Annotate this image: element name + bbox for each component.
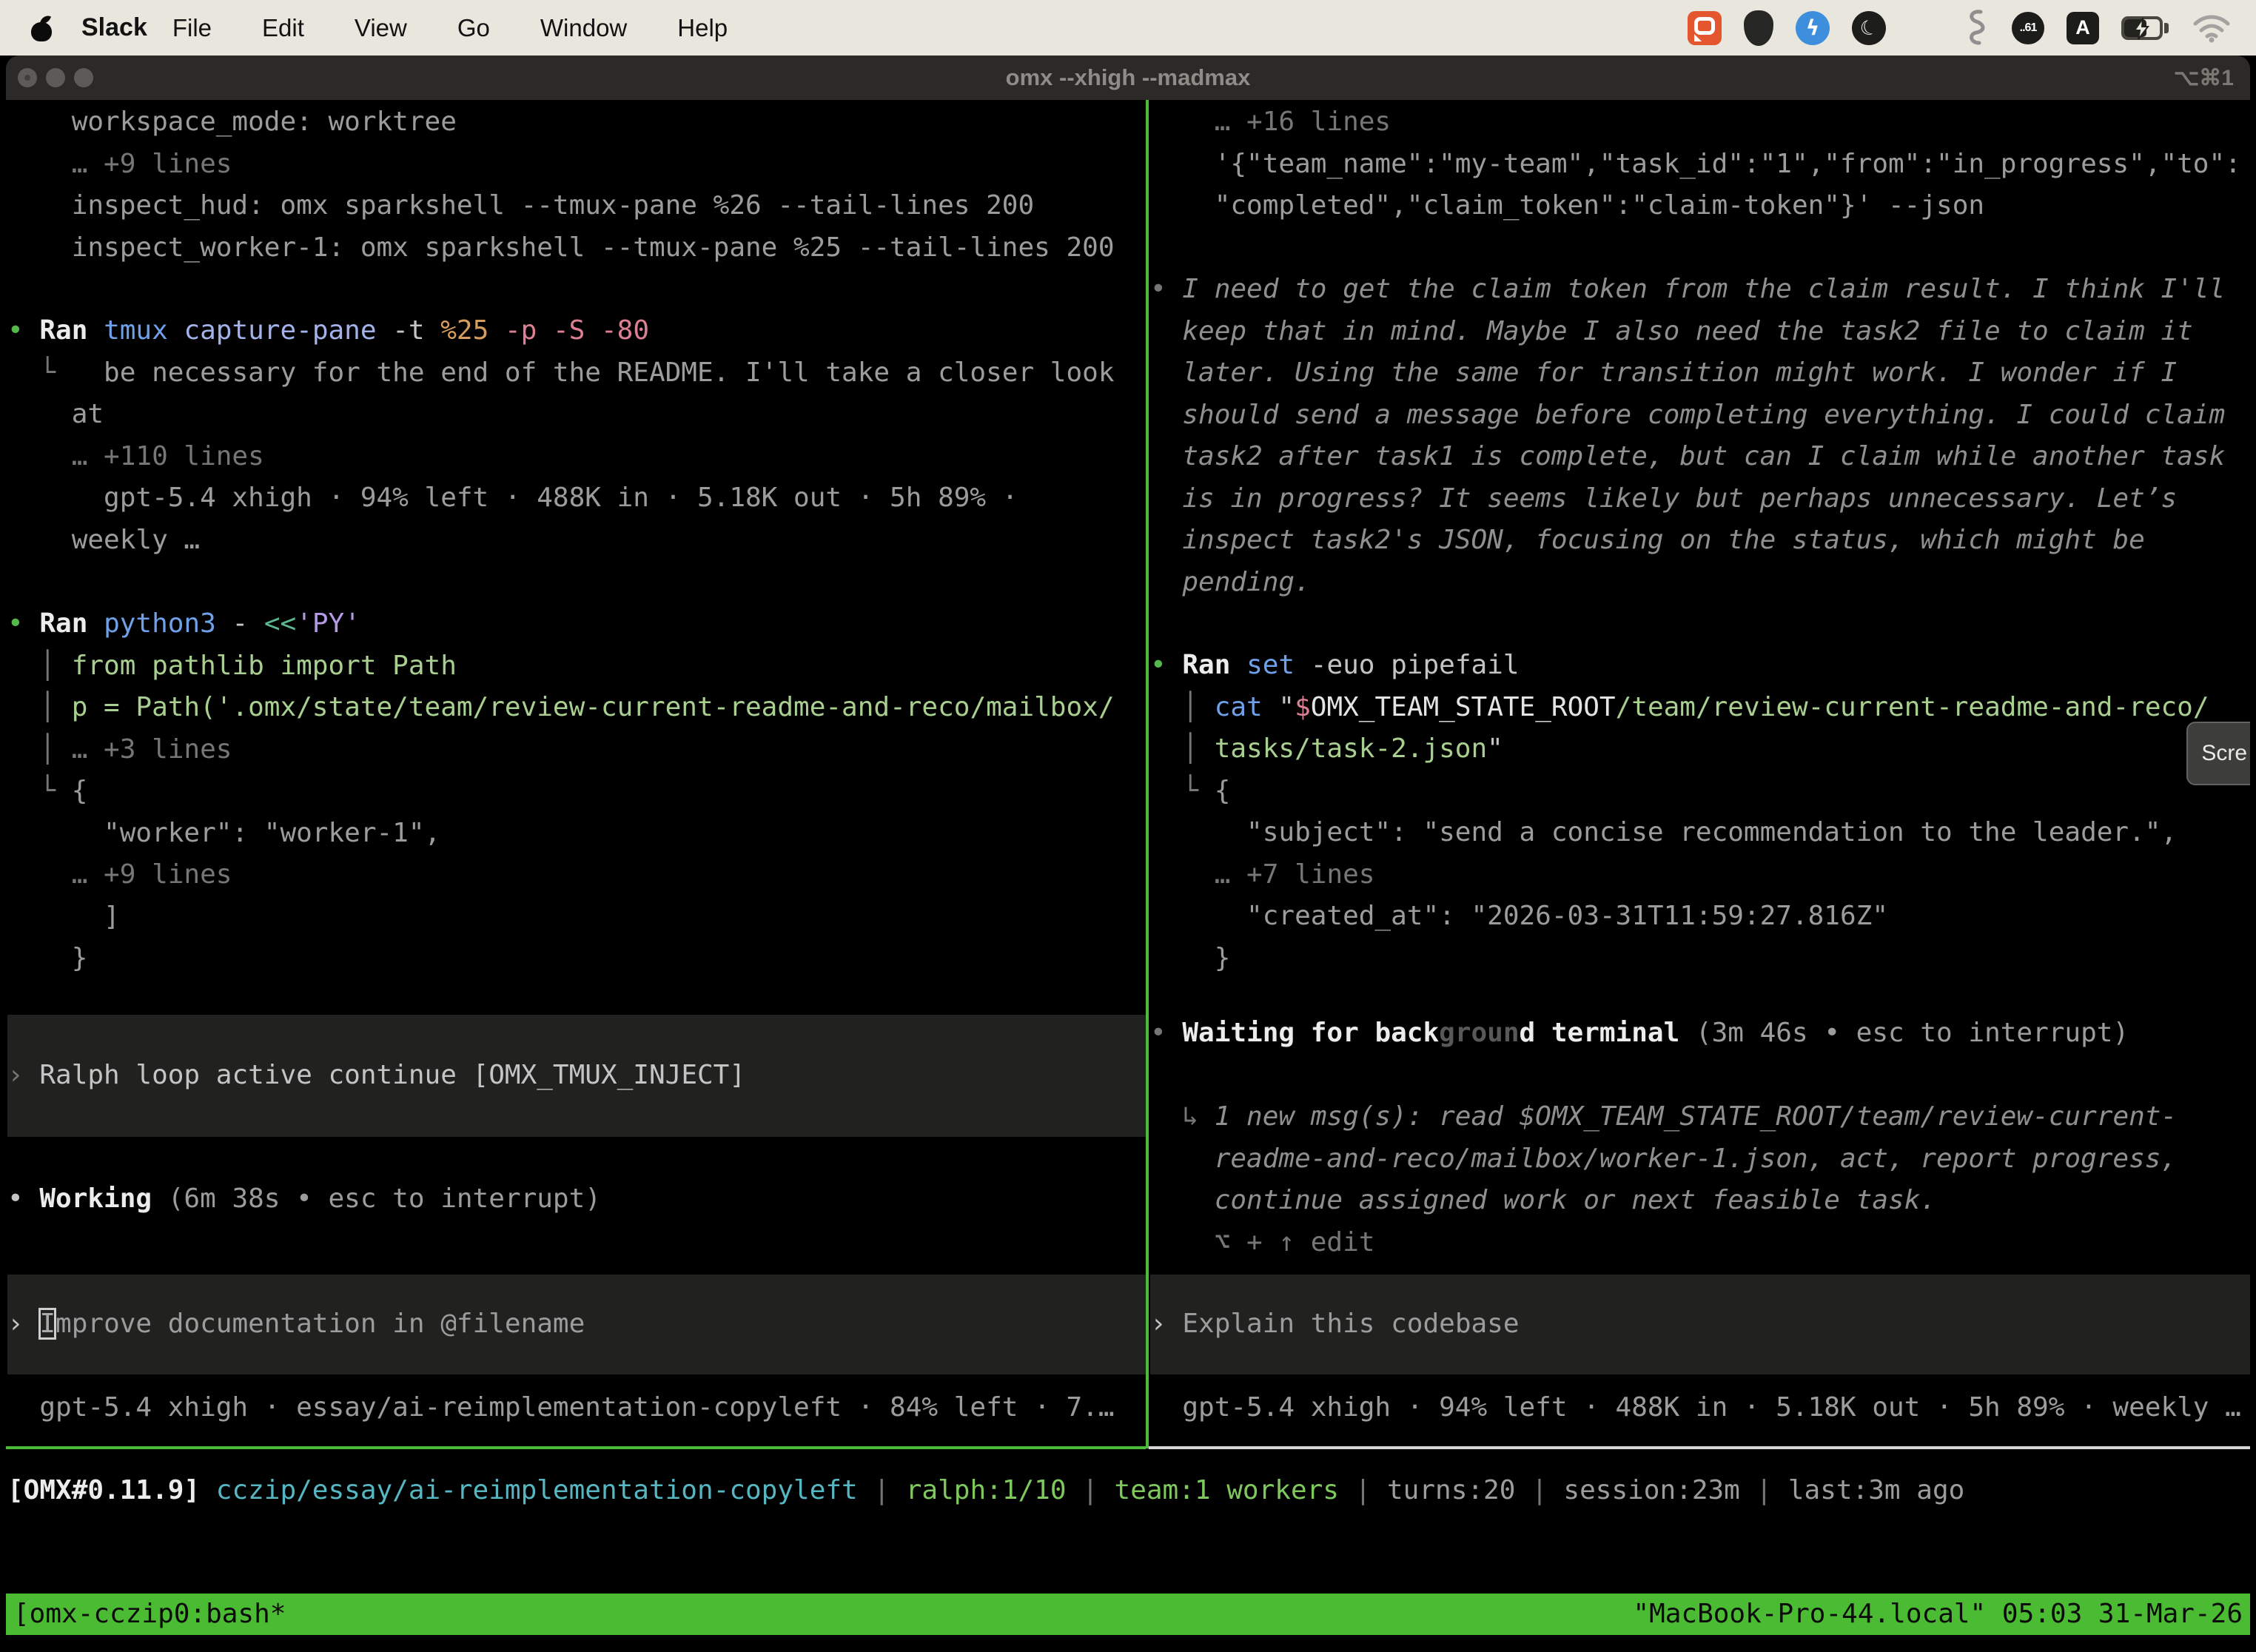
- chat-app-icon[interactable]: [1688, 11, 1722, 45]
- working-status: • Working (6m 38s • esc to interrupt): [7, 1178, 1146, 1220]
- menu-items: FileEditViewGoWindowHelp: [147, 14, 753, 42]
- menu-status-icons: ϟ ☾ ..61 A: [1688, 9, 2231, 47]
- blue-badge-icon[interactable]: ϟ: [1796, 11, 1830, 45]
- tmux-host-clock: "MacBook-Pro-44.local" 05:03 31-Mar-26: [1625, 1594, 2250, 1636]
- omx-hud-status-line: [OMX#0.11.9] cczip/essay/ai-reimplementa…: [7, 1470, 2250, 1512]
- left-prompt-band[interactable]: › Improve documentation in @filename: [7, 1275, 1146, 1374]
- ralph-loop-message: › Ralph loop active continue [OMX_TMUX_I…: [7, 1055, 745, 1097]
- right-pane[interactable]: … +16 lines '{"team_name":"my-team","tas…: [1150, 100, 2250, 1448]
- waiting-status: • Waiting for background terminal (3m 46…: [1150, 1013, 2250, 1055]
- right-thinking-text: • I need to get the claim token from the…: [1150, 269, 2250, 603]
- left-pane-bottom-border: [6, 1446, 1146, 1449]
- right-pane-bottom-border: [1149, 1446, 2250, 1449]
- terminal-window: omx --xhigh --madmax ⌥⌘1 workspace_mode:…: [6, 56, 2250, 1652]
- pane-divider[interactable]: [1146, 100, 1149, 1448]
- left-output-config: workspace_mode: worktree … +9 lines insp…: [7, 101, 1146, 269]
- wifi-icon[interactable]: [2192, 13, 2231, 43]
- squiggle-icon[interactable]: [1960, 9, 1990, 47]
- tmux-status-bar: [omx-cczip0:bash* "MacBook-Pro-44.local"…: [6, 1594, 2250, 1635]
- ralph-loop-band: › Ralph loop active continue [OMX_TMUX_I…: [7, 1015, 1146, 1137]
- dots-grid-icon[interactable]: [1908, 13, 1938, 43]
- menu-item-help[interactable]: Help: [652, 14, 753, 42]
- shield-grid-icon[interactable]: [1744, 10, 1773, 46]
- crescent-circle-icon[interactable]: ☾: [1847, 7, 1890, 50]
- menu-item-window[interactable]: Window: [515, 14, 652, 42]
- right-output-json-cmd: … +16 lines '{"team_name":"my-team","tas…: [1150, 101, 2250, 227]
- menu-item-go[interactable]: Go: [432, 14, 515, 42]
- menu-bar: Slack FileEditViewGoWindowHelp ϟ ☾ ..61 …: [0, 0, 2256, 56]
- right-output-cat-task: • Ran set -euo pipefail │ cat "$OMX_TEAM…: [1150, 645, 2250, 979]
- left-output-python: • Ran python3 - <<'PY' │ from pathlib im…: [7, 603, 1146, 980]
- screen-tooltip: Scre: [2186, 722, 2250, 785]
- right-model-status-line: gpt-5.4 xhigh · 94% left · 488K in · 5.1…: [1150, 1387, 2250, 1429]
- left-model-status-line: gpt-5.4 xhigh · essay/ai-reimplementatio…: [7, 1387, 1146, 1429]
- a-key-icon[interactable]: A: [2067, 12, 2099, 44]
- count-badge-icon[interactable]: ..61: [2012, 12, 2044, 44]
- left-output-tmux-capture: • Ran tmux capture-pane -t %25 -p -S -80…: [7, 310, 1146, 561]
- right-prompt-band[interactable]: › Explain this codebase: [1150, 1275, 2250, 1374]
- menu-item-view[interactable]: View: [329, 14, 432, 42]
- window-title-bar[interactable]: omx --xhigh --madmax ⌥⌘1: [6, 56, 2250, 100]
- apple-menu-icon[interactable]: [31, 15, 53, 41]
- menu-item-edit[interactable]: Edit: [237, 14, 329, 42]
- window-shortcut-badge: ⌥⌘1: [2174, 56, 2234, 100]
- window-title: omx --xhigh --madmax: [6, 56, 2250, 100]
- right-prompt-input[interactable]: › Explain this codebase: [1150, 1303, 1520, 1346]
- mailbox-message: ↳ 1 new msg(s): read $OMX_TEAM_STATE_ROO…: [1150, 1096, 2250, 1263]
- left-prompt-input[interactable]: › Improve documentation in @filename: [7, 1303, 585, 1346]
- battery-icon[interactable]: [2121, 16, 2170, 40]
- screen-tooltip-label: Scre: [2201, 733, 2247, 775]
- app-menu-title[interactable]: Slack: [81, 13, 147, 42]
- menu-item-file[interactable]: File: [147, 14, 237, 42]
- terminal-content: workspace_mode: worktree … +9 lines insp…: [6, 100, 2250, 1652]
- left-pane[interactable]: workspace_mode: worktree … +9 lines insp…: [7, 100, 1146, 1448]
- tmux-session-label: [omx-cczip0:bash*: [6, 1594, 293, 1636]
